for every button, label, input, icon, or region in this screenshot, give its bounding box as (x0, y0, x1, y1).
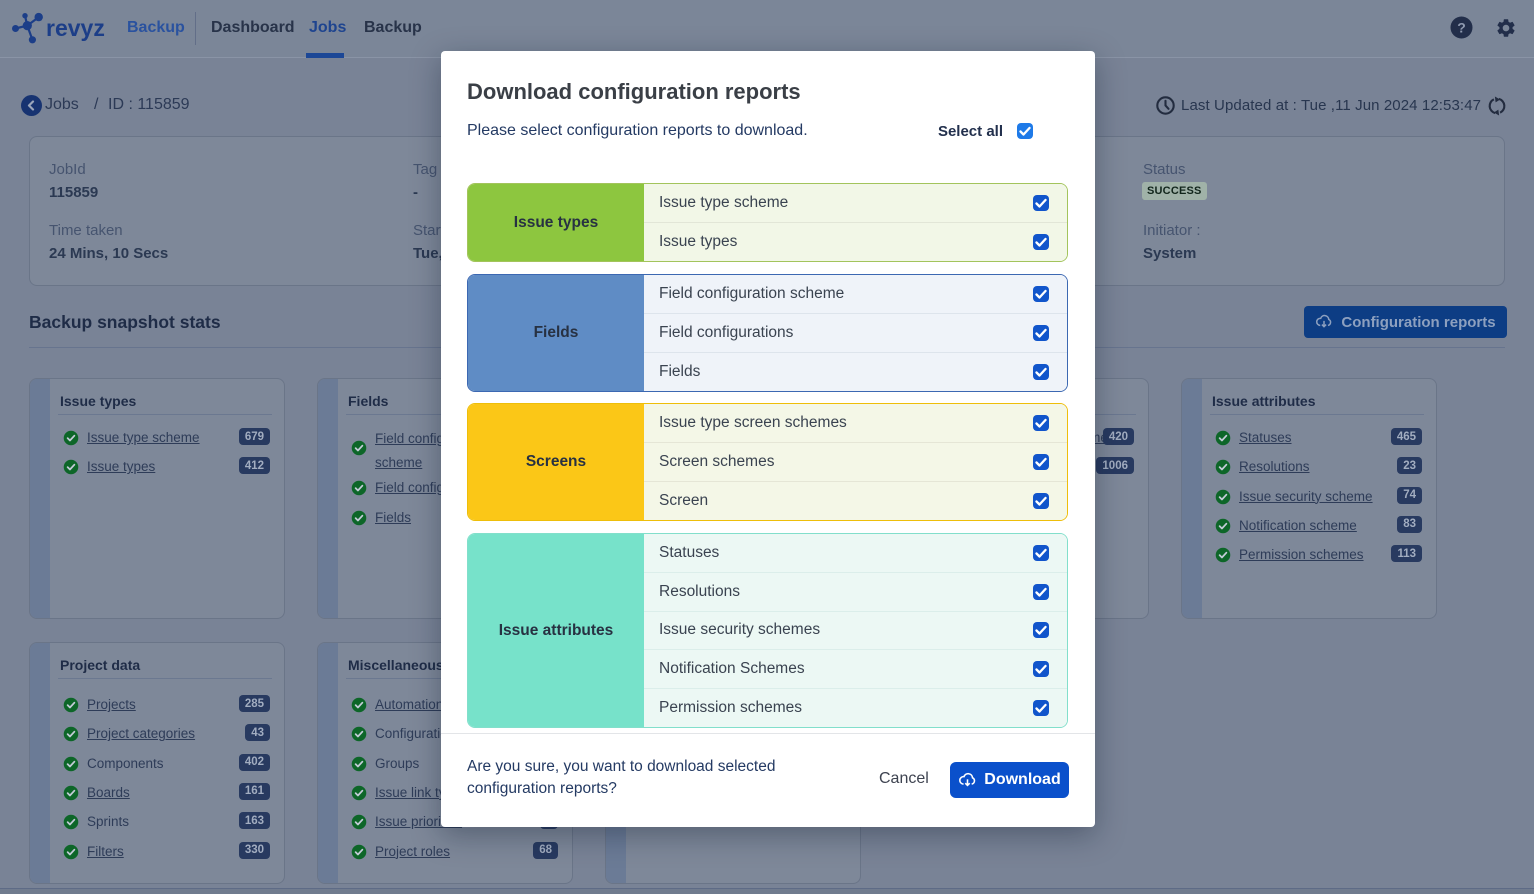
svg-text:?: ? (1457, 20, 1466, 36)
